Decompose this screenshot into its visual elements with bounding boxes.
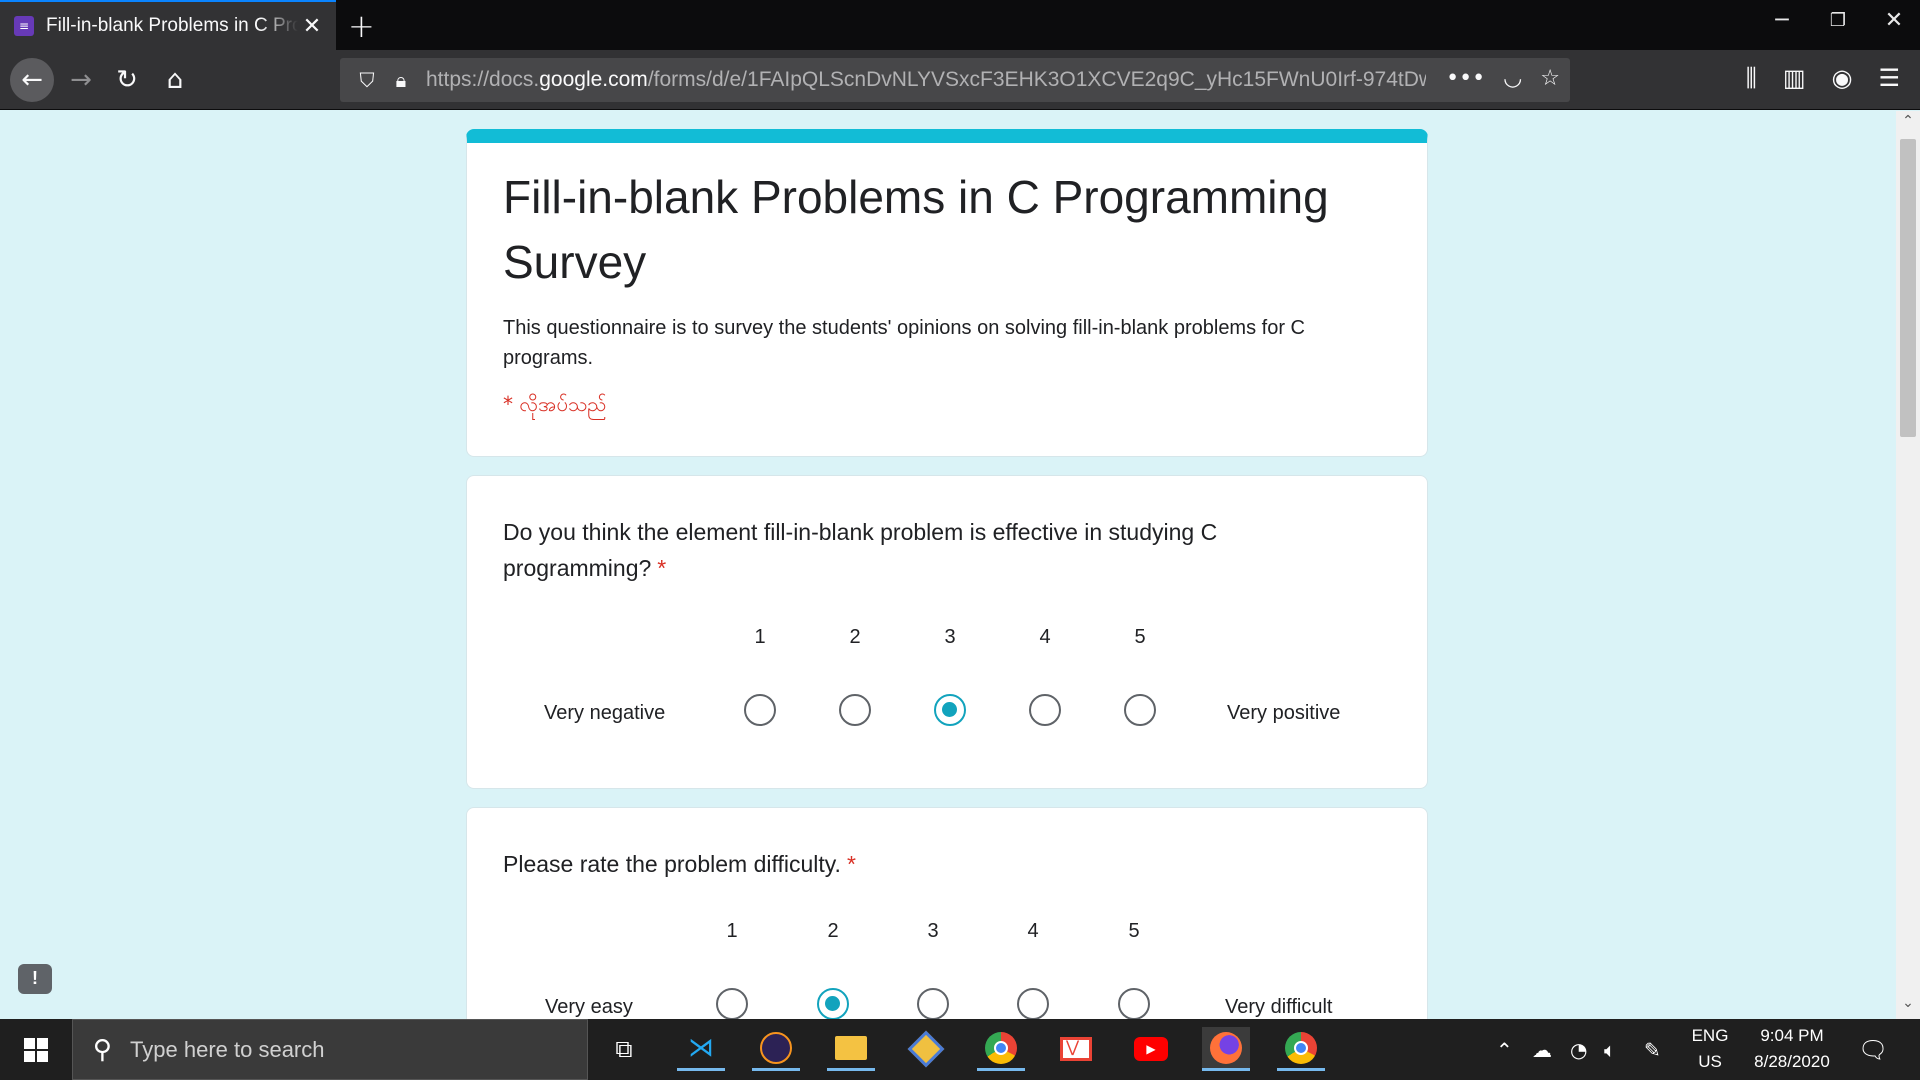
- tab-title: Fill-in-blank Problems in C Programming …: [46, 15, 298, 36]
- form-description: This questionnaire is to survey the stud…: [503, 317, 1305, 369]
- more-dots-icon[interactable]: •••: [1446, 66, 1485, 91]
- page-title: Fill-in-blank Problems in C Programming …: [503, 171, 1329, 288]
- radio-option-5[interactable]: [1118, 988, 1150, 1019]
- star-icon[interactable]: ☆: [1540, 66, 1560, 91]
- vscode-icon[interactable]: ⋊: [677, 1027, 725, 1071]
- radio-option-3[interactable]: [934, 694, 966, 726]
- new-tab-icon[interactable]: +: [348, 7, 375, 45]
- page-scrollbar[interactable]: ⌃ ⌄: [1896, 111, 1920, 1019]
- scale-low-label: Very negative: [544, 702, 666, 724]
- browser-tab[interactable]: ≡ Fill-in-blank Problems in C Programmin…: [0, 0, 336, 50]
- scale-high-label: Very difficult: [1225, 996, 1333, 1018]
- eclipse-icon[interactable]: [752, 1027, 800, 1071]
- lock-icon[interactable]: 🔒︎: [384, 68, 418, 92]
- close-tab-icon[interactable]: ✕: [298, 14, 326, 39]
- chrome-icon[interactable]: [977, 1027, 1025, 1071]
- pocket-icon[interactable]: ◡: [1503, 66, 1522, 91]
- scale-number: 3: [927, 920, 939, 942]
- sidebar-icon[interactable]: ▥: [1783, 64, 1806, 92]
- feedback-button[interactable]: !: [18, 964, 52, 994]
- restore-icon[interactable]: ❐: [1818, 10, 1858, 31]
- address-bar[interactable]: ⛉ 🔒︎ https://docs.google.com/forms/d/e/1…: [340, 58, 1570, 102]
- radio-option-2[interactable]: [839, 694, 871, 726]
- scroll-thumb[interactable]: [1900, 139, 1916, 437]
- reload-button[interactable]: ↻: [108, 61, 146, 99]
- scroll-down-icon[interactable]: ⌄: [1896, 995, 1920, 1017]
- firefox-icon[interactable]: [1202, 1027, 1250, 1071]
- radio-option-1[interactable]: [716, 988, 748, 1019]
- home-icon: ⌂: [166, 65, 184, 95]
- home-button[interactable]: ⌂: [156, 61, 194, 99]
- arrow-right-icon: →: [70, 65, 92, 95]
- minimize-icon[interactable]: ─: [1762, 8, 1802, 33]
- scale-number: 1: [754, 626, 766, 648]
- shield-icon[interactable]: ⛉: [350, 68, 384, 92]
- scale-number: 5: [1128, 920, 1140, 942]
- forward-button[interactable]: →: [62, 61, 100, 99]
- required-star: *: [846, 851, 856, 877]
- form-page: Fill-in-blank Problems in C Programming …: [0, 111, 1896, 1019]
- windows-taskbar: ⚲ Type here to search ⧉ ⋊ ⋁ ▶ ⌃ ☁ ◔ 🔈︎ ✎…: [0, 1019, 1920, 1080]
- clock-time: 9:04 PM: [1760, 1026, 1824, 1045]
- radio-option-5[interactable]: [1124, 694, 1156, 726]
- chrome-icon[interactable]: [1277, 1027, 1325, 1071]
- library-icon[interactable]: ⫼: [1746, 64, 1757, 92]
- scale-number: 3: [944, 626, 956, 648]
- close-window-icon[interactable]: ✕: [1874, 8, 1914, 33]
- back-button[interactable]: ←: [10, 58, 54, 102]
- forms-favicon-icon: ≡: [14, 16, 34, 36]
- onedrive-icon[interactable]: ☁: [1532, 1019, 1552, 1080]
- git-icon[interactable]: [902, 1027, 950, 1071]
- gmail-icon[interactable]: ⋁: [1052, 1027, 1100, 1071]
- search-placeholder: Type here to search: [130, 1036, 325, 1062]
- file-explorer-icon[interactable]: [827, 1027, 875, 1071]
- windows-logo-icon: [24, 1037, 48, 1062]
- language-code: ENG: [1691, 1026, 1729, 1045]
- radio-option-4[interactable]: [1017, 988, 1049, 1019]
- arrow-left-icon: ←: [21, 65, 43, 95]
- question-card: Do you think the element fill-in-blank p…: [466, 475, 1428, 789]
- navigation-toolbar: ← → ↻ ⌂ ⛉ 🔒︎ https://docs.google.com/for…: [0, 50, 1920, 110]
- reload-icon: ↻: [116, 65, 138, 95]
- start-button[interactable]: [0, 1019, 72, 1080]
- taskbar-search[interactable]: ⚲ Type here to search: [72, 1019, 588, 1080]
- youtube-icon[interactable]: ▶: [1127, 1027, 1175, 1071]
- scale-number: 1: [726, 920, 738, 942]
- network-icon[interactable]: ◔: [1570, 1019, 1587, 1080]
- clock-date: 8/28/2020: [1754, 1052, 1830, 1071]
- show-hidden-icons-icon[interactable]: ⌃: [1496, 1019, 1513, 1080]
- question-text: Please rate the problem difficulty. *: [503, 851, 856, 877]
- required-note: * လိုအပ်သည်: [503, 392, 607, 416]
- radio-option-2[interactable]: [817, 988, 849, 1019]
- question-card: Please rate the problem difficulty. * 1 2…: [466, 807, 1428, 1019]
- scale-number: 5: [1134, 626, 1146, 648]
- scale-high-label: Very positive: [1227, 702, 1341, 724]
- clock[interactable]: 9:04 PM 8/28/2020: [1742, 1023, 1842, 1075]
- question-text: Do you think the element fill-in-blank p…: [503, 519, 1218, 581]
- scale-number: 2: [849, 626, 861, 648]
- required-star: *: [657, 555, 667, 581]
- language-indicator[interactable]: ENG US: [1686, 1023, 1734, 1075]
- account-icon[interactable]: ◉: [1832, 64, 1853, 92]
- form-header-card: Fill-in-blank Problems in C Programming …: [466, 129, 1428, 457]
- url-text[interactable]: https://docs.google.com/forms/d/e/1FAIpQ…: [426, 68, 1426, 92]
- volume-icon[interactable]: 🔈︎: [1604, 1019, 1616, 1080]
- search-icon: ⚲: [93, 1034, 113, 1065]
- radio-option-4[interactable]: [1029, 694, 1061, 726]
- notifications-icon[interactable]: 🗨︎: [1858, 1019, 1888, 1080]
- radio-option-1[interactable]: [744, 694, 776, 726]
- scroll-up-icon[interactable]: ⌃: [1896, 113, 1920, 135]
- radio-option-3[interactable]: [917, 988, 949, 1019]
- scale-number: 4: [1039, 626, 1051, 648]
- scale-number: 2: [827, 920, 839, 942]
- scale-low-label: Very easy: [545, 996, 633, 1018]
- hamburger-menu-icon[interactable]: ☰: [1878, 64, 1900, 92]
- pen-icon[interactable]: ✎: [1644, 1019, 1661, 1080]
- region-code: US: [1698, 1052, 1722, 1071]
- task-view-icon[interactable]: ⧉: [600, 1027, 648, 1071]
- scale-number: 4: [1027, 920, 1039, 942]
- tab-bar: ≡ Fill-in-blank Problems in C Programmin…: [0, 0, 1920, 50]
